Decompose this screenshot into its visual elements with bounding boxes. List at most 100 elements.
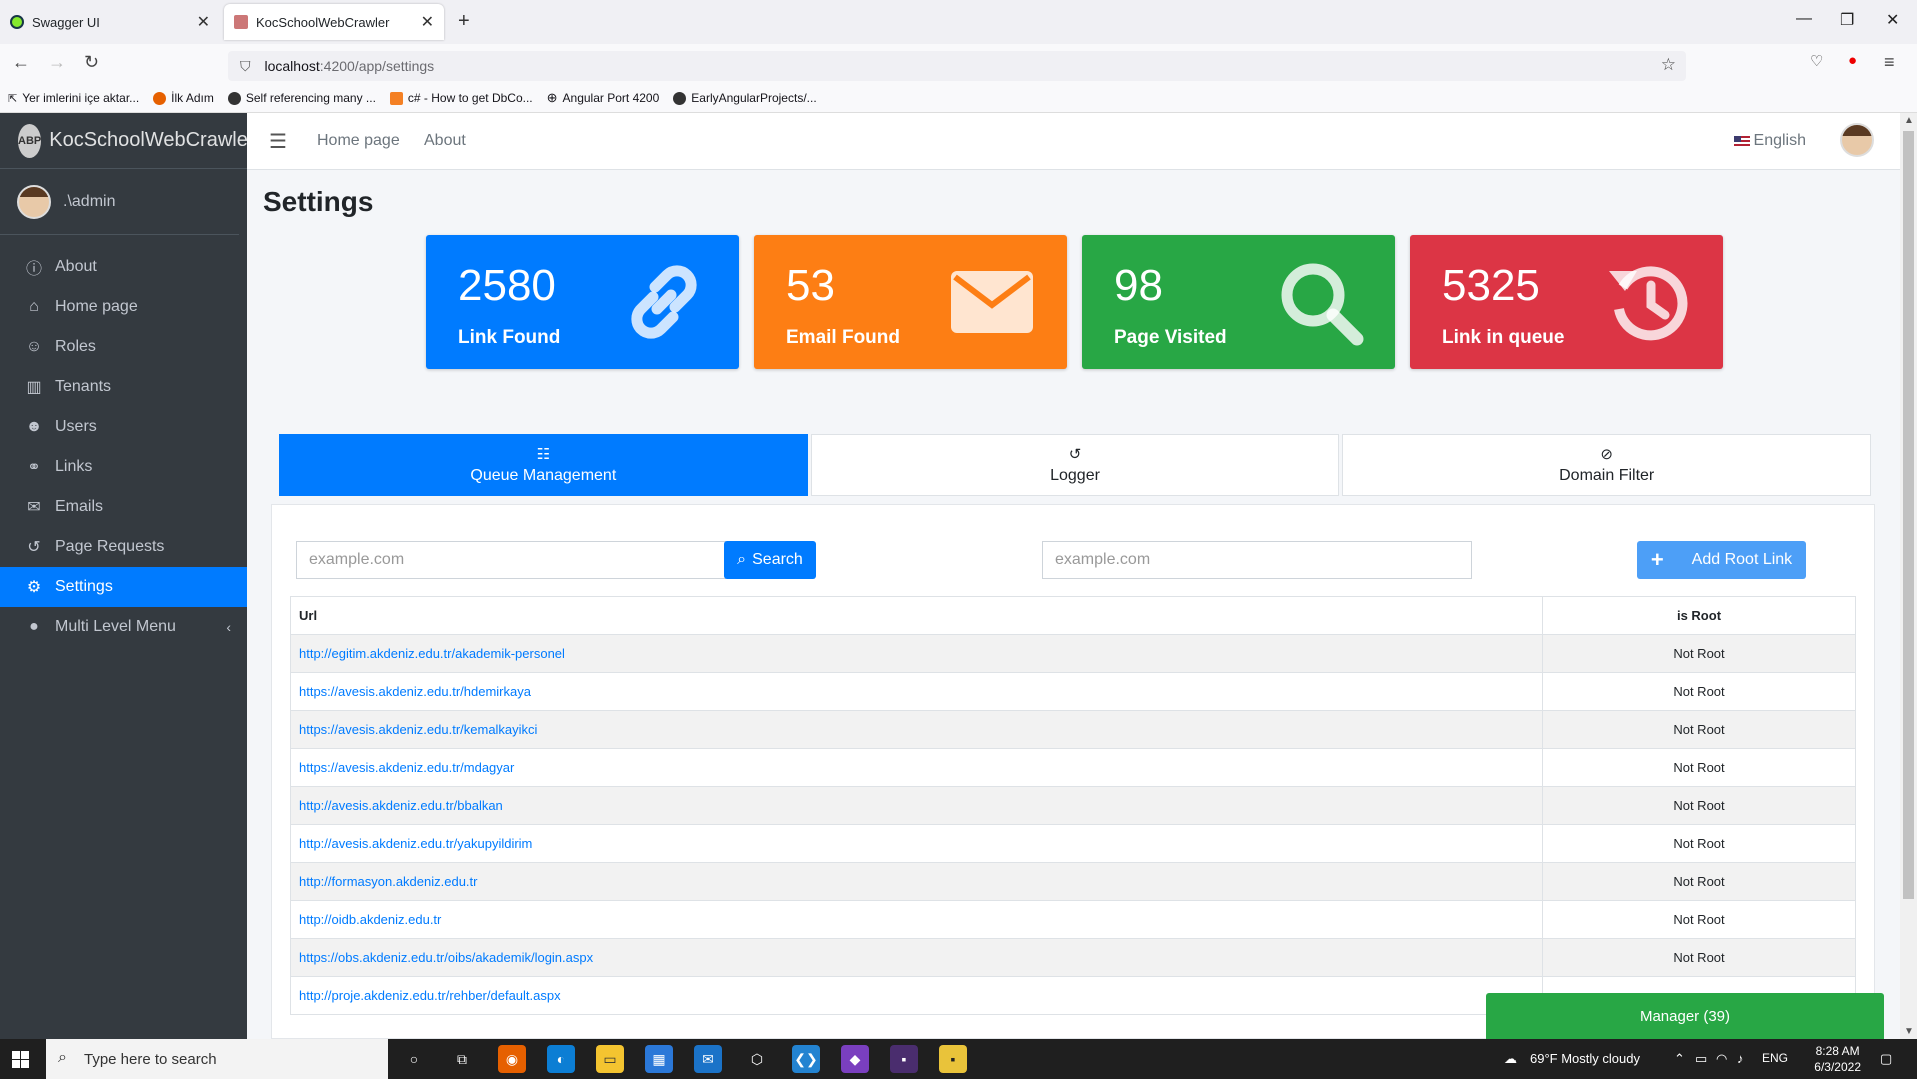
url-link[interactable]: http://avesis.akdeniz.edu.tr/yakupyildir… — [290, 824, 1543, 863]
queue-table: Url is Root http://egitim.akdeniz.edu.tr… — [290, 596, 1856, 1015]
stat-label: Email Found — [786, 327, 900, 348]
column-header-is-root[interactable]: is Root — [1542, 596, 1856, 635]
sidebar-item-users[interactable]: ☻ Users — [0, 407, 247, 447]
gear-icon: ⚙ — [26, 579, 42, 596]
visual-studio-icon[interactable]: ◆ — [841, 1045, 869, 1073]
url-link[interactable]: https://avesis.akdeniz.edu.tr/hdemirkaya — [290, 672, 1543, 711]
table-row: http://egitim.akdeniz.edu.tr/akademik-pe… — [290, 634, 1856, 673]
back-icon[interactable]: ← — [12, 52, 30, 73]
cube-icon[interactable]: ⬡ — [743, 1045, 771, 1073]
add-root-link-button[interactable]: + Add Root Link — [1637, 541, 1806, 579]
close-tab-icon[interactable]: ✕ — [421, 12, 434, 32]
url-link[interactable]: https://obs.akdeniz.edu.tr/oibs/akademik… — [290, 938, 1543, 977]
scroll-up-icon[interactable]: ▲ — [1904, 115, 1914, 126]
scrollbar-thumb[interactable] — [1903, 131, 1914, 899]
root-status: Not Root — [1542, 900, 1856, 939]
sidebar-item-roles[interactable]: ☺ Roles — [0, 327, 247, 367]
rider-icon[interactable]: ▪ — [890, 1045, 918, 1073]
restore-icon[interactable]: ❐ — [1840, 10, 1854, 30]
sidebar-item-links[interactable]: ⚭ Links — [0, 447, 247, 487]
wifi-icon[interactable]: ◠ — [1716, 1051, 1727, 1067]
clock[interactable]: 8:28 AM 6/3/2022 — [1814, 1043, 1861, 1075]
pycharm-icon[interactable]: ▪ — [939, 1045, 967, 1073]
sidebar-item-settings[interactable]: ⚙ Settings — [0, 567, 247, 607]
root-link-input[interactable]: example.com — [1042, 541, 1472, 579]
browser-tab-app[interactable]: KocSchoolWebCrawler ✕ — [224, 4, 444, 40]
volume-icon[interactable]: ♪ — [1737, 1051, 1744, 1066]
url-bar[interactable]: ⛉ localhost:4200/app/settings ☆ — [228, 51, 1686, 81]
close-window-icon[interactable]: ✕ — [1886, 10, 1899, 30]
weather-text[interactable]: 69°F Mostly cloudy — [1530, 1051, 1640, 1066]
opera-icon[interactable]: ● — [1848, 52, 1857, 69]
tab-domain-filter[interactable]: ⊘ Domain Filter — [1342, 434, 1872, 496]
new-tab-icon[interactable]: + — [458, 10, 470, 33]
language-indicator[interactable]: ENG — [1762, 1051, 1788, 1065]
file-explorer-icon[interactable]: ▭ — [596, 1045, 624, 1073]
taskbar-search[interactable]: ⌕ Type here to search — [46, 1039, 388, 1079]
forward-icon[interactable]: → — [48, 52, 66, 73]
tab-queue-management[interactable]: ☷ Queue Management — [279, 434, 808, 496]
firefox-icon — [153, 91, 167, 105]
url-link[interactable]: http://egitim.akdeniz.edu.tr/akademik-pe… — [290, 634, 1543, 673]
bookmark-item[interactable]: ⇱ Yer imlerini içe aktar... — [8, 91, 139, 105]
bookmark-item[interactable]: ⊕ Angular Port 4200 — [547, 90, 660, 106]
search-input[interactable]: example.com — [296, 541, 726, 579]
sidebar-item-home[interactable]: ⌂ Home page — [0, 287, 247, 327]
sidebar-item-page-requests[interactable]: ↺ Page Requests — [0, 527, 247, 567]
url-link[interactable]: https://avesis.akdeniz.edu.tr/kemalkayik… — [290, 710, 1543, 749]
browser-tab-swagger[interactable]: Swagger UI ✕ — [0, 4, 220, 40]
settings-tabs: ☷ Queue Management ↺ Logger ⊘ Domain Fil… — [279, 434, 1872, 496]
user-panel[interactable]: .\admin — [0, 169, 239, 235]
column-header-url[interactable]: Url — [290, 596, 1543, 635]
sidebar-item-about[interactable]: ⓘ About — [0, 247, 247, 287]
url-link[interactable]: http://proje.akdeniz.edu.tr/rehber/defau… — [290, 976, 1543, 1015]
windows-start-icon[interactable] — [12, 1051, 29, 1068]
cortana-icon[interactable]: ○ — [400, 1045, 428, 1073]
history-icon — [1609, 266, 1688, 341]
battery-icon[interactable]: ▭ — [1695, 1051, 1707, 1067]
sidebar-item-tenants[interactable]: ▥ Tenants — [0, 367, 247, 407]
store-icon[interactable]: ▦ — [645, 1045, 673, 1073]
mail-icon[interactable]: ✉ — [694, 1045, 722, 1073]
hamburger-icon[interactable]: ☰ — [269, 129, 287, 154]
tab-logger[interactable]: ↺ Logger — [810, 434, 1340, 496]
vscode-icon[interactable]: ❮❯ — [792, 1045, 820, 1073]
bookmark-item[interactable]: c# - How to get DbCo... — [389, 91, 533, 105]
firefox-icon[interactable]: ◉ — [498, 1045, 526, 1073]
bookmark-star-icon[interactable]: ☆ — [1661, 55, 1676, 75]
search-button[interactable]: ⌕ Search — [724, 541, 816, 579]
sidebar-item-emails[interactable]: ✉ Emails — [0, 487, 247, 527]
pocket-icon[interactable]: ♡ — [1810, 52, 1823, 70]
url-link[interactable]: http://oidb.akdeniz.edu.tr — [290, 900, 1543, 939]
main-content: Settings 2580 Link Found 53 Email Found … — [247, 170, 1900, 1039]
url-link[interactable]: https://avesis.akdeniz.edu.tr/mdagyar — [290, 748, 1543, 787]
nav-link-home[interactable]: Home page — [317, 132, 400, 150]
chevron-up-icon[interactable]: ⌃ — [1674, 1051, 1685, 1067]
notification-icon[interactable]: ▢ — [1880, 1051, 1892, 1067]
close-tab-icon[interactable]: ✕ — [197, 12, 210, 32]
avatar — [17, 184, 51, 219]
page-scrollbar[interactable]: ▲ ▼ — [1900, 113, 1917, 1039]
task-view-icon[interactable]: ⧉ — [448, 1045, 476, 1073]
brand-link[interactable]: ABP KocSchoolWebCrawler — [0, 113, 255, 169]
url-host: localhost — [264, 58, 320, 74]
url-link[interactable]: http://formasyon.akdeniz.edu.tr — [290, 862, 1543, 901]
nav-link-about[interactable]: About — [424, 132, 466, 150]
sidebar-item-multi-level-menu[interactable]: ● Multi Level Menu ‹ — [0, 607, 247, 647]
url-link[interactable]: http://avesis.akdeniz.edu.tr/bbalkan — [290, 786, 1543, 825]
stat-value: 98 — [1114, 261, 1163, 310]
edge-icon[interactable]: ◐ — [547, 1045, 575, 1073]
manager-button[interactable]: Manager (39) — [1486, 993, 1884, 1039]
bookmark-item[interactable]: Self referencing many ... — [227, 91, 376, 105]
shield-icon: ⛉ — [240, 57, 251, 74]
language-dropdown[interactable]: English — [1733, 132, 1806, 150]
minimize-icon[interactable]: — — [1796, 10, 1812, 28]
scroll-down-icon[interactable]: ▼ — [1904, 1026, 1914, 1037]
search-icon: ⌕ — [737, 551, 747, 568]
theater-masks-icon: ☺ — [25, 338, 43, 355]
bookmark-item[interactable]: İlk Adım — [153, 91, 214, 105]
bookmark-item[interactable]: EarlyAngularProjects/... — [673, 91, 817, 105]
reload-icon[interactable]: ↻ — [84, 52, 99, 73]
menu-icon[interactable]: ≡ — [1884, 52, 1895, 73]
user-avatar[interactable] — [1840, 123, 1874, 157]
